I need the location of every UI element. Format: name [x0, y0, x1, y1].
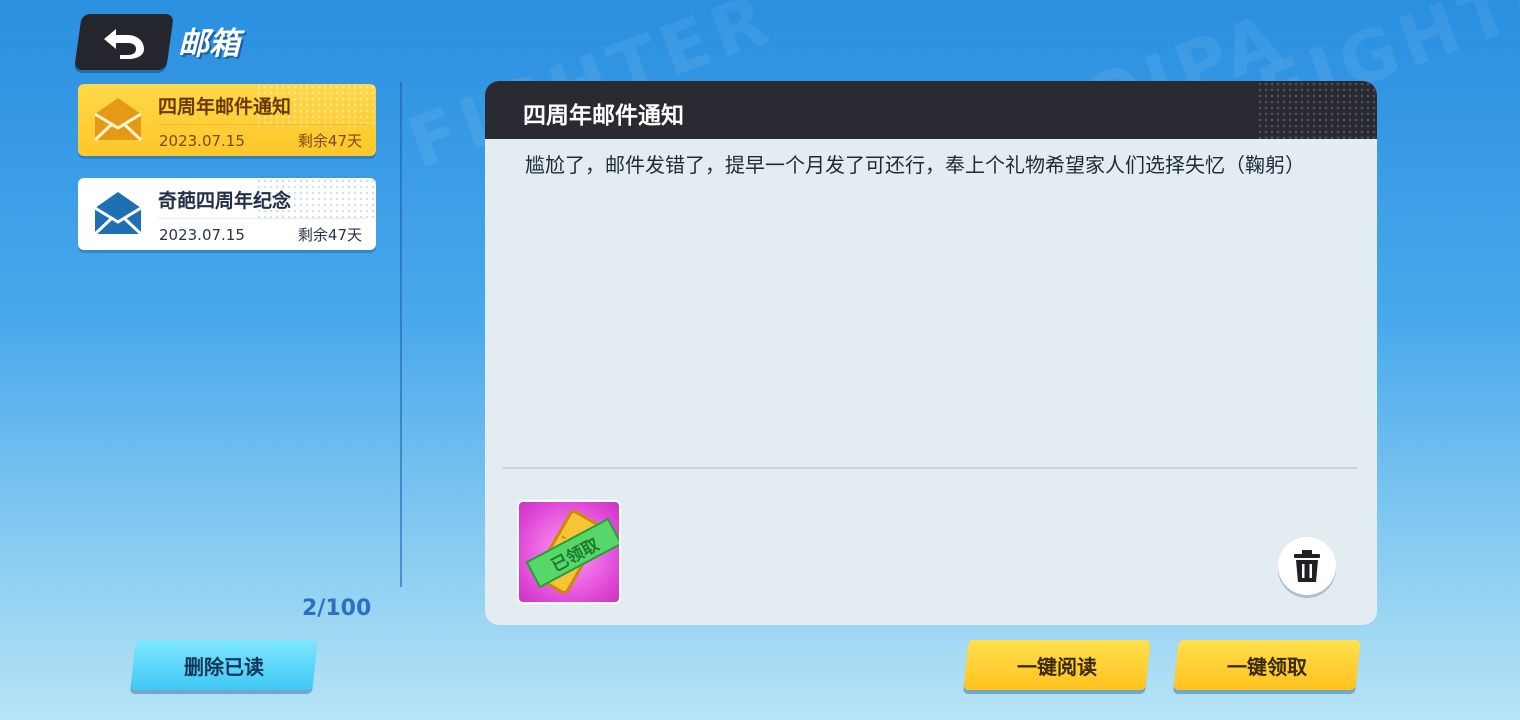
- mail-detail-header: 四周年邮件通知: [485, 81, 1377, 139]
- back-arrow-icon: [104, 29, 144, 59]
- attachment-item[interactable]: 已领取: [517, 500, 621, 604]
- mail-remaining: 剩余47天: [297, 132, 362, 150]
- envelope-icon: [93, 192, 143, 236]
- read-all-button[interactable]: 一键阅读: [963, 640, 1151, 690]
- mail-date: 2023.07.15: [159, 226, 245, 244]
- mail-detail-panel: 四周年邮件通知 尴尬了，邮件发错了，提早一个月发了可还行，奉上个礼物希望家人们选…: [485, 81, 1377, 625]
- page-title: 邮箱: [178, 26, 240, 62]
- mail-item-anniversary-memorial[interactable]: 奇葩四周年纪念 2023.07.15 剩余47天: [78, 178, 376, 250]
- mail-remaining: 剩余47天: [297, 226, 362, 244]
- back-button[interactable]: [74, 14, 174, 70]
- envelope-open-icon: [93, 98, 143, 142]
- mail-detail-title: 四周年邮件通知: [523, 103, 684, 129]
- mail-date: 2023.07.15: [159, 132, 245, 150]
- delete-read-button[interactable]: 删除已读: [130, 640, 318, 690]
- mail-title: 四周年邮件通知: [158, 96, 292, 118]
- delete-mail-button[interactable]: [1278, 537, 1336, 595]
- trash-icon: [1294, 550, 1320, 582]
- mail-detail-body: 尴尬了，邮件发错了，提早一个月发了可还行，奉上个礼物希望家人们选择失忆（鞠躬）: [525, 153, 1305, 177]
- list-divider: [400, 82, 402, 587]
- claim-all-button[interactable]: 一键领取: [1173, 640, 1361, 690]
- mail-item-anniversary-notice[interactable]: 四周年邮件通知 2023.07.15 剩余47天: [78, 84, 376, 156]
- mail-count: 2/100: [302, 596, 372, 621]
- attachment-divider: [503, 467, 1357, 469]
- mail-title: 奇葩四周年纪念: [158, 190, 292, 212]
